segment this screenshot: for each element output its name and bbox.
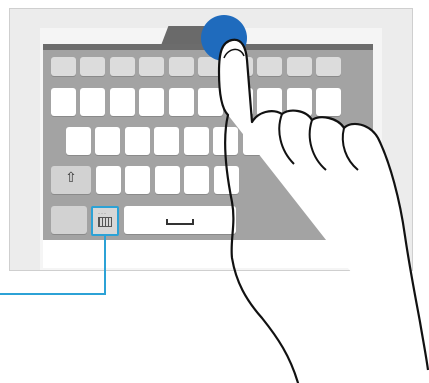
pointing-hand-illustration — [217, 38, 429, 383]
